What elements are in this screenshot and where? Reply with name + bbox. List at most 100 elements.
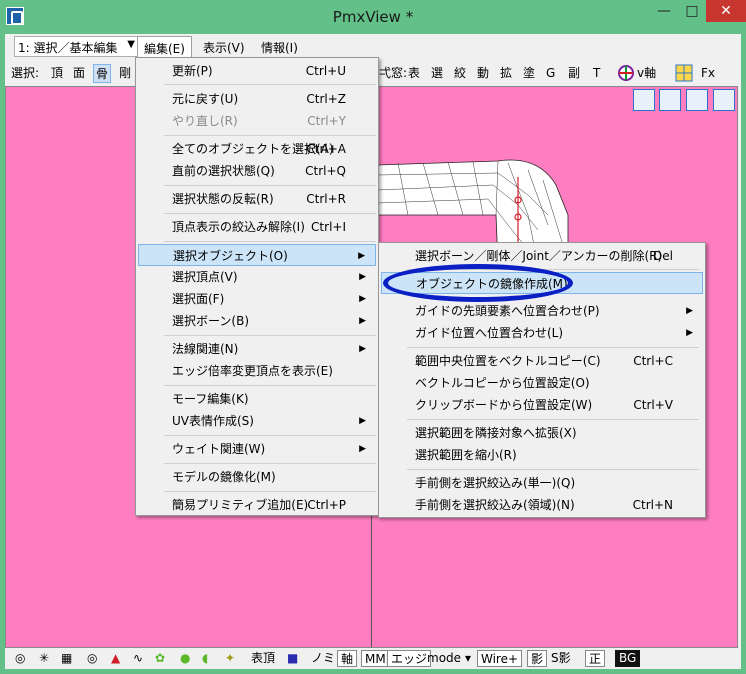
menu-view[interactable]: 表示(V) [197, 36, 251, 57]
separator [164, 213, 376, 214]
shadow-button[interactable]: 影 [527, 650, 548, 667]
menu-item-mirror-model[interactable]: モデルの鏡像化(M) [138, 466, 376, 488]
axis-button[interactable]: 軸 [337, 650, 358, 667]
menu-item-select-all[interactable]: 全てのオブジェクトを選択(A) Ctrl+A [138, 138, 376, 160]
minimize-button[interactable]: — [650, 0, 678, 22]
menu-item-shortcut: Ctrl+Y [307, 114, 346, 128]
menu-item-shortcut: Ctrl+P [307, 498, 346, 512]
menu-item-selected-object[interactable]: 選択オブジェクト(O) ▶ [138, 244, 376, 266]
move-view-icon[interactable] [632, 89, 655, 111]
submenu-arrow-icon: ▶ [359, 344, 366, 354]
submenu-item-align-guide-head[interactable]: ガイドの先頭要素へ位置合わせ(P) ▶ [381, 300, 703, 322]
menu-item-edge-vertices[interactable]: エッジ倍率変更頂点を表示(E) [138, 360, 376, 382]
v-axis-label[interactable]: v軸 [637, 64, 656, 83]
grid-icon[interactable] [675, 64, 693, 83]
submenu-item-align-guide[interactable]: ガイド位置へ位置合わせ(L) ▶ [381, 322, 703, 344]
menu-item-shortcut: Ctrl+V [633, 398, 673, 412]
menu-item-label: 選択オブジェクト(O) [173, 249, 288, 263]
toolbar-paint[interactable]: 塗 [523, 64, 535, 83]
menu-item-label: UV表情作成(S) [172, 414, 254, 428]
toolbar-face[interactable]: 面 [73, 64, 85, 83]
rotate-view-icon[interactable] [713, 89, 735, 111]
submenu-arrow-icon: ▶ [359, 416, 366, 426]
toolbar-display[interactable]: 表 [408, 64, 420, 83]
bg-button[interactable]: BG [615, 650, 641, 667]
menu-item-weight[interactable]: ウェイト関連(W) ▶ [138, 438, 376, 460]
submenu-item-position-from-clipboard[interactable]: クリップボードから位置設定(W) Ctrl+V [381, 394, 703, 416]
menu-item-selected-vertex[interactable]: 選択頂点(V) ▶ [138, 266, 376, 288]
toolbar-rigid[interactable]: 剛 [119, 64, 131, 83]
menu-item-label: 法線関連(N) [172, 342, 239, 356]
nomi-label[interactable]: ノミ [311, 650, 335, 667]
chevron-down-icon: ▼ [127, 39, 135, 50]
toolbar-t[interactable]: T [593, 64, 600, 83]
menu-item-previous-selection[interactable]: 直前の選択状態(Q) Ctrl+Q [138, 160, 376, 182]
menu-item-morph-edit[interactable]: モーフ編集(K) [138, 388, 376, 410]
texture-icon[interactable]: ▦ [61, 650, 72, 667]
toolbar-move[interactable]: 動 [477, 64, 489, 83]
drop-icon[interactable]: ◖ [202, 650, 208, 667]
menu-item-label: 選択ボーン／剛体／Joint／アンカーの削除(R) [415, 249, 663, 263]
toolbar-select[interactable]: 選 [431, 64, 443, 83]
triangle-icon[interactable]: ▲ [111, 650, 120, 667]
toolbar-narrow[interactable]: 絞 [454, 64, 466, 83]
menu-item-label: ウェイト関連(W) [172, 442, 266, 456]
toolbar-sub[interactable]: 副 [568, 64, 580, 83]
crosshair-icon[interactable] [617, 64, 635, 83]
submenu-item-delete[interactable]: 選択ボーン／剛体／Joint／アンカーの削除(R) Del [381, 245, 703, 267]
mode-select[interactable]: 1: 選択／基本編集 ▼ [14, 36, 138, 57]
front-button[interactable]: 正 [585, 650, 606, 667]
submenu-item-vector-copy[interactable]: 範囲中央位置をベクトルコピー(C) Ctrl+C [381, 350, 703, 372]
separator [407, 419, 699, 420]
submenu-item-position-from-vector[interactable]: ベクトルコピーから位置設定(O) [381, 372, 703, 394]
window-title: PmxView * [332, 8, 414, 26]
wire-button[interactable]: Wire+ [477, 650, 523, 667]
menu-item-uv-morph[interactable]: UV表情作成(S) ▶ [138, 410, 376, 432]
submenu-item-front-area[interactable]: 手前側を選択絞込み(領域)(N) Ctrl+N [381, 494, 703, 516]
submenu-arrow-icon: ▶ [686, 306, 693, 316]
mode-dropdown[interactable]: mode [427, 650, 461, 667]
maximize-button[interactable]: □ [678, 0, 706, 22]
submenu-item-front-single[interactable]: 手前側を選択絞込み(単一)(Q) [381, 472, 703, 494]
submenu-arrow-icon: ▶ [359, 444, 366, 454]
leaf-icon[interactable]: ✿ [155, 650, 165, 667]
menu-item-update[interactable]: 更新(P) Ctrl+U [138, 60, 376, 82]
submenu-item-expand-selection[interactable]: 選択範囲を隣接対象へ拡張(X) [381, 422, 703, 444]
menu-item-selected-bone[interactable]: 選択ボーン(B) ▶ [138, 310, 376, 332]
menu-item-selected-face[interactable]: 選択面(F) ▶ [138, 288, 376, 310]
target-icon[interactable]: ◎ [87, 650, 97, 667]
menu-item-invert-selection[interactable]: 選択状態の反転(R) Ctrl+R [138, 188, 376, 210]
pan-view-icon[interactable] [659, 89, 682, 111]
separator [164, 385, 376, 386]
toolbar-vertex[interactable]: 頂 [51, 64, 63, 83]
color-icon[interactable]: ■ [287, 650, 298, 667]
fx-label[interactable]: Fx [701, 64, 715, 83]
close-button[interactable]: ✕ [706, 0, 746, 22]
menu-item-redo[interactable]: やり直し(R) Ctrl+Y [138, 110, 376, 132]
toolbar-group[interactable]: G [546, 64, 555, 83]
menu-info[interactable]: 情報(I) [255, 36, 304, 57]
edit-menu: 更新(P) Ctrl+U 元に戻す(U) Ctrl+Z やり直し(R) Ctrl+Y … [135, 57, 379, 516]
menu-item-clear-vertex-filter[interactable]: 頂点表示の絞込み解除(I) Ctrl+I [138, 216, 376, 238]
menu-item-shortcut: Ctrl+N [632, 498, 673, 512]
sparkle-icon[interactable]: ✦ [225, 650, 235, 667]
vertex-display[interactable]: 表頂 [251, 650, 275, 667]
submenu-arrow-icon: ▶ [359, 294, 366, 304]
menu-item-label: 直前の選択状態(Q) [172, 164, 275, 178]
wave-icon[interactable]: ∿ [133, 650, 143, 667]
menu-item-label: 頂点表示の絞込み解除(I) [172, 220, 305, 234]
submenu-item-shrink-selection[interactable]: 選択範囲を縮小(R) [381, 444, 703, 466]
toolbar-bone[interactable]: 骨 [93, 64, 112, 83]
menu-item-label: やり直し(R) [172, 114, 238, 128]
edge-button[interactable]: エッジ [387, 650, 432, 667]
menu-item-undo[interactable]: 元に戻す(U) Ctrl+Z [138, 88, 376, 110]
bead-icon[interactable]: ● [180, 650, 190, 667]
circle-icon[interactable]: ◎ [15, 650, 25, 667]
zoom-view-icon[interactable] [686, 89, 709, 111]
menu-item-normals[interactable]: 法線関連(N) ▶ [138, 338, 376, 360]
menu-item-add-primitive[interactable]: 簡易プリミティブ追加(E) Ctrl+P [138, 494, 376, 516]
s-shadow-button[interactable]: S影 [551, 650, 571, 667]
mode-dropdown-arrow[interactable]: ▾ [465, 650, 471, 667]
toolbar-expand[interactable]: 拡 [500, 64, 512, 83]
particles-icon[interactable]: ✳ [39, 650, 49, 667]
